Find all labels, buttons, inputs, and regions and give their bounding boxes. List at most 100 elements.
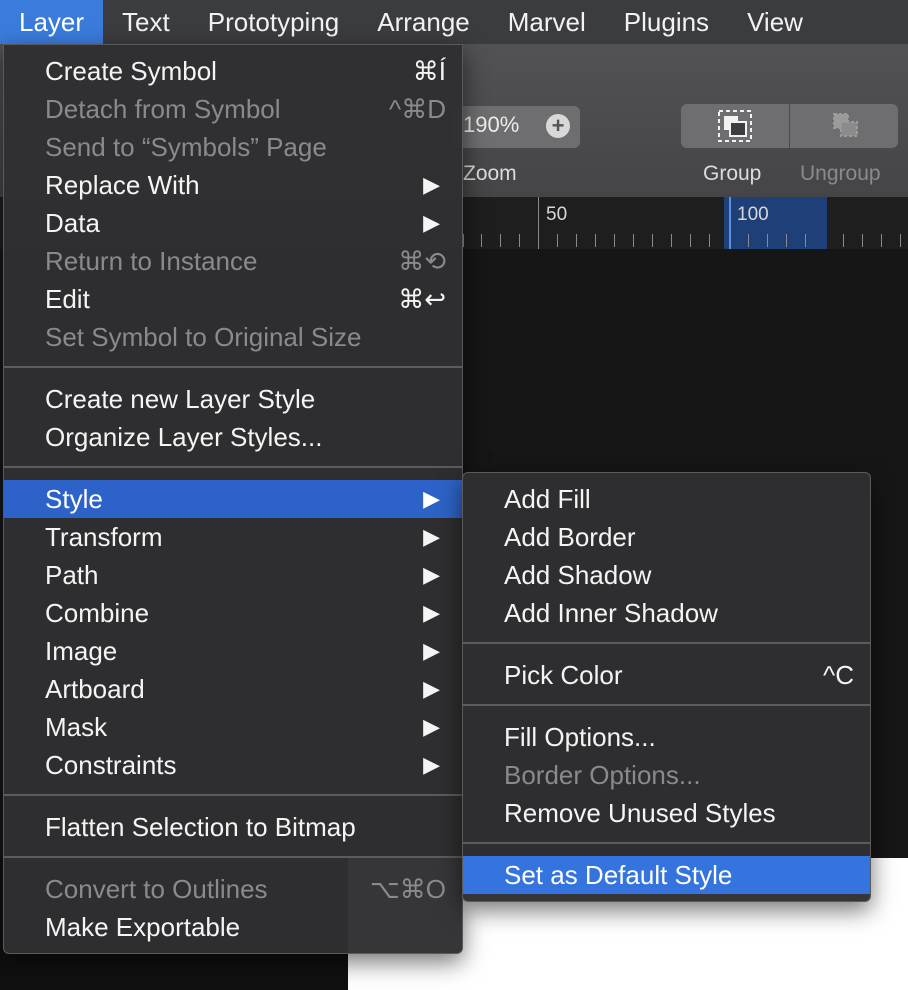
menu-item-combine[interactable]: Combine ▶ <box>4 594 462 632</box>
ruler-tick <box>748 234 749 247</box>
ruler-major-tick <box>538 197 539 249</box>
menu-item-pick-color[interactable]: Pick Color ^C <box>463 656 870 694</box>
menu-bar: Layer Text Prototyping Arrange Marvel Pl… <box>0 0 908 44</box>
menu-item-label: Image <box>45 636 118 666</box>
menu-item-add-border[interactable]: Add Border <box>463 518 870 556</box>
menu-item-label: Add Border <box>504 522 636 552</box>
ruler-tick <box>595 234 596 247</box>
ruler-tick <box>557 234 558 247</box>
menu-item-create-layer-style[interactable]: Create new Layer Style <box>4 380 462 418</box>
zoom-in-button[interactable]: + <box>546 114 570 138</box>
style-submenu: Add Fill Add Border Add Shadow Add Inner… <box>462 472 871 902</box>
menu-item-replace-with[interactable]: Replace With ▶ <box>4 166 462 204</box>
menu-item-create-symbol[interactable]: Create Symbol ⌘Í <box>4 52 462 90</box>
submenu-arrow-icon: ▶ <box>423 676 440 701</box>
menu-separator <box>4 466 462 468</box>
menu-item-label: Edit <box>45 284 90 314</box>
menu-item-label: Artboard <box>45 674 145 704</box>
menubar-item-marvel[interactable]: Marvel <box>489 0 605 44</box>
menu-item-send-to-symbols-page: Send to “Symbols” Page <box>4 128 462 166</box>
menu-item-image[interactable]: Image ▶ <box>4 632 462 670</box>
menu-item-path[interactable]: Path ▶ <box>4 556 462 594</box>
menu-item-add-inner-shadow[interactable]: Add Inner Shadow <box>463 594 870 632</box>
menu-item-label: Add Fill <box>504 484 591 514</box>
submenu-arrow-icon: ▶ <box>423 172 440 197</box>
menu-item-label: Detach from Symbol <box>45 94 281 124</box>
submenu-arrow-icon: ▶ <box>423 524 440 549</box>
menubar-item-plugins[interactable]: Plugins <box>605 0 728 44</box>
menu-item-return-to-instance: Return to Instance ⌘⟲ <box>4 242 462 280</box>
menu-item-edit[interactable]: Edit ⌘↩ <box>4 280 462 318</box>
shortcut-label: ⌥⌘O <box>369 874 446 904</box>
ruler-tick <box>709 234 710 247</box>
ruler-tick <box>481 234 482 247</box>
ungroup-icon[interactable] <box>827 110 863 142</box>
shortcut-label: ^C <box>823 660 854 690</box>
menu-item-artboard[interactable]: Artboard ▶ <box>4 670 462 708</box>
submenu-arrow-icon: ▶ <box>423 600 440 625</box>
ruler-tick <box>862 234 863 247</box>
menu-item-label: Return to Instance <box>45 246 258 276</box>
menubar-item-text[interactable]: Text <box>103 0 189 44</box>
menu-item-convert-to-outlines: Convert to Outlines ⌥⌘O <box>4 870 462 908</box>
menu-item-constraints[interactable]: Constraints ▶ <box>4 746 462 784</box>
menubar-item-layer[interactable]: Layer <box>0 0 104 44</box>
ruler-tick <box>576 234 577 247</box>
shortcut-label: ⌘⟲ <box>398 246 446 276</box>
menu-item-label: Data <box>45 208 100 238</box>
menu-item-mask[interactable]: Mask ▶ <box>4 708 462 746</box>
menu-item-add-shadow[interactable]: Add Shadow <box>463 556 870 594</box>
menu-item-label: Fill Options... <box>504 722 656 752</box>
menu-item-remove-unused-styles[interactable]: Remove Unused Styles <box>463 794 870 832</box>
menu-item-make-exportable[interactable]: Make Exportable <box>4 908 462 946</box>
menu-item-label: Add Inner Shadow <box>504 598 718 628</box>
ruler-tick <box>463 234 464 247</box>
layer-menu: Create Symbol ⌘Í Detach from Symbol ^⌘D … <box>3 44 463 954</box>
menu-item-add-fill[interactable]: Add Fill <box>463 480 870 518</box>
menu-item-label: Make Exportable <box>45 912 241 942</box>
group-icon[interactable] <box>717 110 753 142</box>
menu-separator <box>4 794 462 796</box>
submenu-arrow-icon: ▶ <box>423 714 440 739</box>
menu-item-set-as-default-style[interactable]: Set as Default Style <box>463 856 870 894</box>
menu-item-label: Border Options... <box>504 760 701 790</box>
ruler-label-100: 100 <box>737 204 769 225</box>
menu-item-organize-layer-styles[interactable]: Organize Layer Styles... <box>4 418 462 456</box>
submenu-arrow-icon: ▶ <box>423 638 440 663</box>
shortcut-label: ^⌘D <box>389 94 446 124</box>
submenu-arrow-icon: ▶ <box>423 210 440 235</box>
menu-item-style[interactable]: Style ▶ <box>4 480 462 518</box>
ungroup-label: Ungroup <box>800 162 881 185</box>
group-divider <box>789 104 790 148</box>
ruler-tick <box>614 234 615 247</box>
menu-item-data[interactable]: Data ▶ <box>4 204 462 242</box>
menu-item-label: Path <box>45 560 99 590</box>
ruler-tick <box>633 234 634 247</box>
ruler-tick <box>652 234 653 247</box>
menu-item-flatten-to-bitmap[interactable]: Flatten Selection to Bitmap <box>4 808 462 846</box>
submenu-arrow-icon: ▶ <box>423 562 440 587</box>
menu-item-label: Create new Layer Style <box>45 384 316 414</box>
menubar-item-prototyping[interactable]: Prototyping <box>189 0 359 44</box>
menu-separator <box>4 856 462 858</box>
menu-item-label: Remove Unused Styles <box>504 798 776 828</box>
ruler-label-50: 50 <box>546 204 568 225</box>
menu-separator <box>4 366 462 368</box>
menu-item-label: Replace With <box>45 170 200 200</box>
menu-item-label: Pick Color <box>504 660 623 690</box>
menu-item-label: Add Shadow <box>504 560 652 590</box>
ruler-tick <box>690 234 691 247</box>
menu-separator <box>463 842 870 844</box>
shortcut-label: ⌘↩ <box>398 284 446 314</box>
zoom-label: Zoom <box>463 162 517 185</box>
menubar-item-arrange[interactable]: Arrange <box>358 0 489 44</box>
menu-item-fill-options[interactable]: Fill Options... <box>463 718 870 756</box>
menu-item-label: Set Symbol to Original Size <box>45 322 362 352</box>
menu-item-label: Set as Default Style <box>504 860 733 890</box>
menu-item-transform[interactable]: Transform ▶ <box>4 518 462 556</box>
ruler-tick <box>805 234 806 247</box>
ruler-tick <box>500 234 501 247</box>
menu-item-label: Create Symbol <box>45 56 217 86</box>
menu-item-label: Combine <box>45 598 150 628</box>
menubar-item-view[interactable]: View <box>728 0 822 44</box>
